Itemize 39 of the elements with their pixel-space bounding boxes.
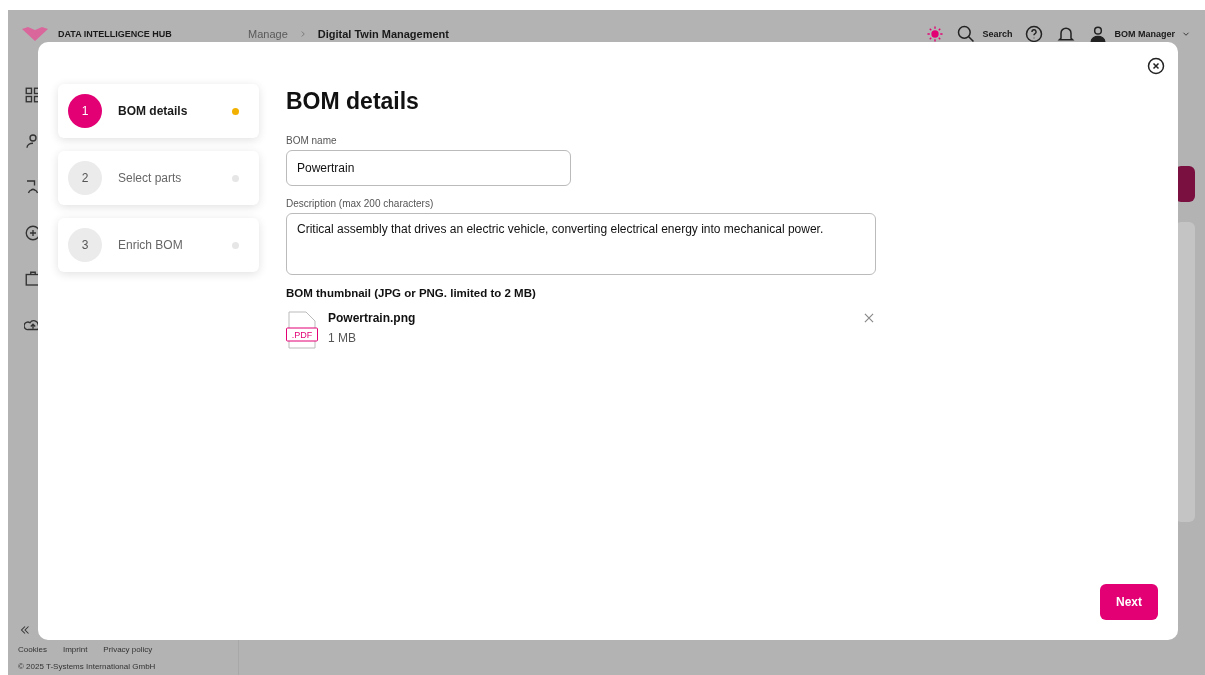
footer-link[interactable]: Cookies: [18, 645, 47, 654]
next-button[interactable]: Next: [1100, 584, 1158, 620]
file-icon: .PDF: [286, 311, 318, 349]
status-dot: [232, 174, 239, 182]
step-number: 3: [68, 228, 102, 262]
dialog-title: BOM details: [286, 88, 420, 115]
collapse-icon: [18, 623, 32, 637]
bom-name-field[interactable]: Powertrain: [286, 150, 571, 186]
close-icon: [862, 311, 876, 325]
copyright-text: © 2025 T-Systems International GmbH: [18, 662, 156, 671]
search-button[interactable]: Search: [956, 24, 1013, 44]
close-icon: [1146, 56, 1166, 76]
remove-file-button[interactable]: [862, 311, 876, 325]
step-number: 1: [68, 94, 102, 128]
description-field[interactable]: Critical assembly that drives an electric vehicle, converting electrical energy into mechanical power.: [286, 213, 876, 275]
step-label: BOM details: [118, 104, 189, 118]
logo-icon: [22, 27, 48, 41]
step-number: 2: [68, 161, 102, 195]
brand-name: DATA INTELLIGENCE HUB: [58, 29, 173, 39]
user-menu-button[interactable]: BOM Manager: [1088, 24, 1191, 44]
footer-link[interactable]: Imprint: [62, 645, 88, 654]
field-label: Description (max 200 characters): [286, 198, 435, 209]
footer-link[interactable]: Privacy policy: [103, 645, 153, 654]
breadcrumb-link[interactable]: Digital Twin Management: [317, 28, 449, 40]
section-label: BOM thumbnail (JPG or PNG. limited to 2 MB): [286, 287, 537, 299]
status-dot: [232, 107, 239, 115]
step-card[interactable]: 1 BOM details: [58, 84, 259, 138]
step-label: Select parts: [118, 171, 183, 185]
field-label: BOM name: [286, 135, 338, 146]
step-card[interactable]: 2 Select parts: [58, 151, 259, 205]
file-size: 1 MB: [328, 331, 357, 345]
step-label: Enrich BOM: [118, 238, 184, 252]
breadcrumb-link[interactable]: Manage: [248, 28, 288, 40]
file-name: Powertrain.png: [328, 311, 417, 325]
step-card[interactable]: 3 Enrich BOM: [58, 218, 259, 272]
search-icon: [956, 24, 977, 44]
status-dot: [232, 241, 239, 249]
help-icon: [1024, 24, 1045, 44]
sun-icon: [926, 25, 945, 43]
